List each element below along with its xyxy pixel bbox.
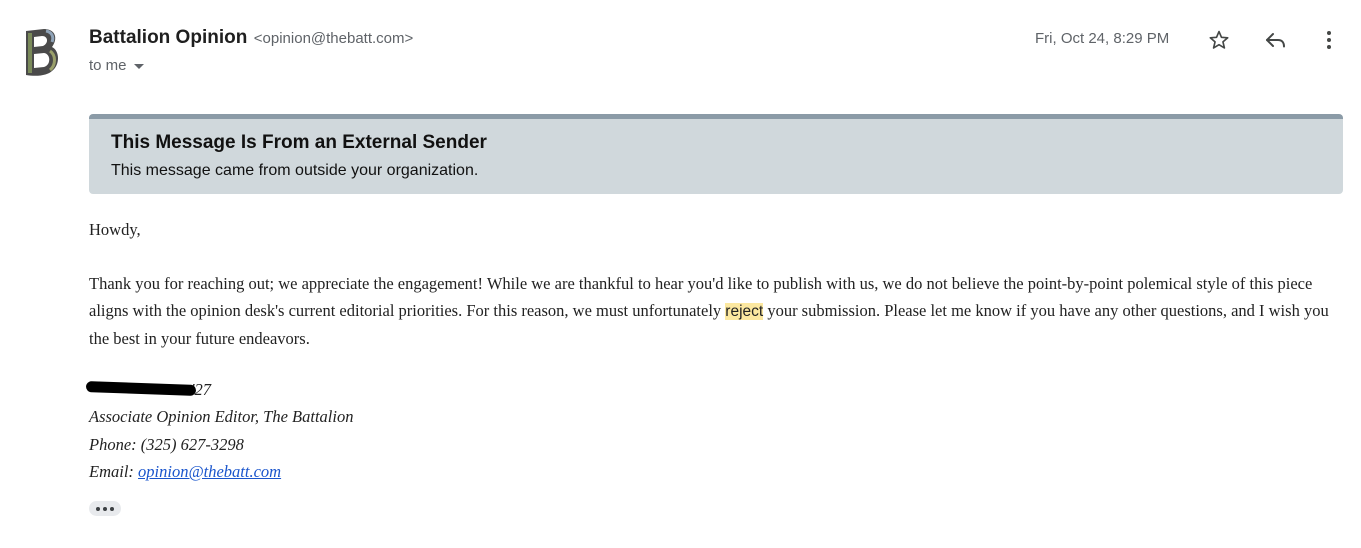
banner-title: This Message Is From an External Sender xyxy=(111,132,487,153)
signature-email-link[interactable]: opinion@thebatt.com xyxy=(138,462,281,481)
message-greeting: Howdy, xyxy=(89,220,141,239)
redaction-mark xyxy=(85,381,197,396)
message-paragraph: Thank you for reaching out; we appreciat… xyxy=(89,270,1351,352)
message-date: Fri, Oct 24, 8:29 PM xyxy=(1035,30,1170,47)
recipient-details-toggle[interactable]: to me xyxy=(89,57,144,74)
sender-email: <opinion@thebatt.com> xyxy=(253,30,414,47)
banner-text: This message came from outside your orga… xyxy=(111,162,479,179)
caret-down-icon[interactable] xyxy=(133,64,144,69)
show-trimmed-content-button[interactable] xyxy=(89,501,121,516)
signature-phone: Phone: (325) 627-3298 xyxy=(89,434,244,454)
external-sender-banner: This Message Is From an External Sender … xyxy=(89,114,1343,194)
signature-name-line: '27 xyxy=(85,376,353,403)
recipient-label: to me xyxy=(89,57,127,74)
reply-icon xyxy=(1266,33,1285,48)
star-icon xyxy=(1209,30,1229,49)
sender-avatar[interactable] xyxy=(20,24,64,80)
highlighted-word: reject xyxy=(725,303,764,320)
battalion-logo-icon xyxy=(26,29,58,76)
ellipsis-dot-icon xyxy=(110,506,114,511)
signature-title: Associate Opinion Editor, The Battalion xyxy=(89,407,354,427)
more-vert-icon xyxy=(1327,31,1331,49)
signature-email-label: Email: xyxy=(89,461,139,481)
sender-line: Battalion Opinion <opinion@thebatt.com> xyxy=(89,27,413,49)
reply-button[interactable] xyxy=(1260,25,1290,55)
star-button[interactable] xyxy=(1204,25,1234,55)
sender-name[interactable]: Battalion Opinion xyxy=(89,27,247,48)
email-signature: '27 Associate Opinion Editor, The Battal… xyxy=(85,376,354,485)
ellipsis-dot-icon xyxy=(96,506,100,511)
ellipsis-dot-icon xyxy=(103,506,107,511)
more-options-button[interactable] xyxy=(1314,25,1344,55)
signature-email-line: Email: opinion@thebatt.com xyxy=(89,458,353,485)
